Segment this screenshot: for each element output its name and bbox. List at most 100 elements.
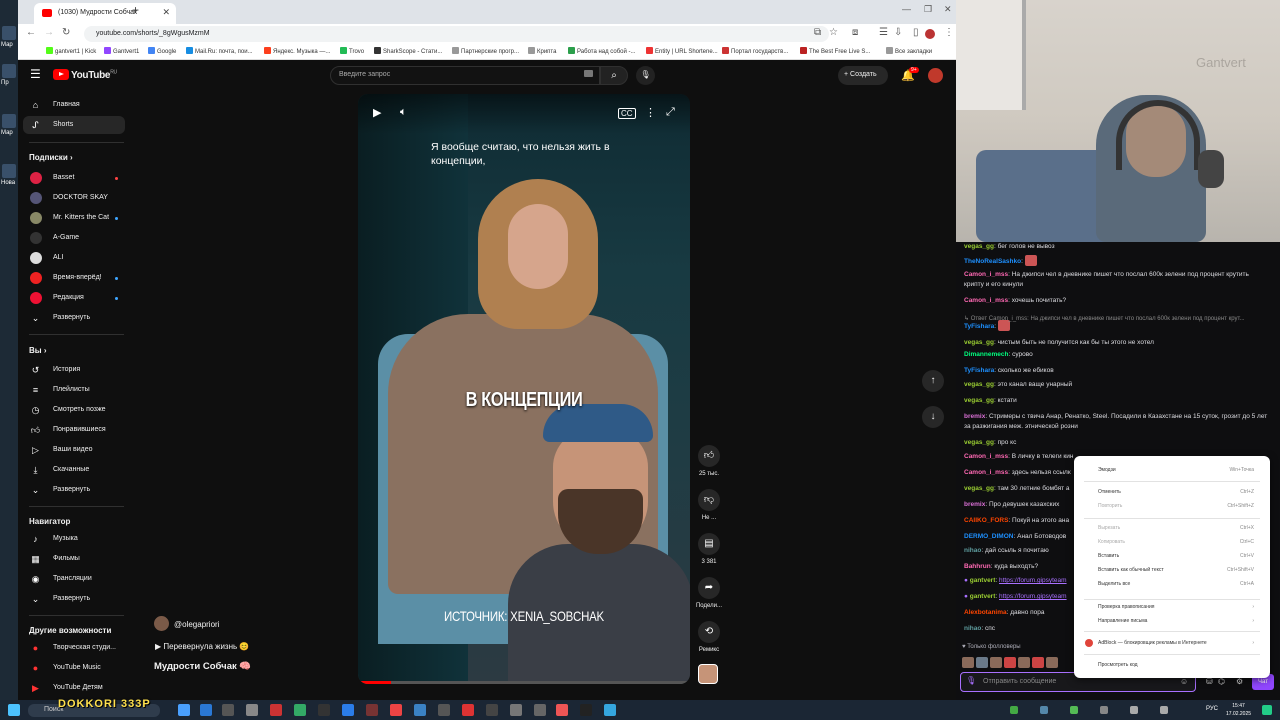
context-menu-item[interactable]: Вставить Ctrl+V bbox=[1098, 553, 1264, 559]
youtube-logo[interactable]: YouTubeRU bbox=[53, 69, 117, 81]
chat-username[interactable]: vegas_gg bbox=[964, 439, 994, 446]
sidebar-expand-you[interactable]: ⌄ Развернуть bbox=[18, 481, 126, 499]
sidebar-item-yt-music[interactable]: ● YouTube Music bbox=[18, 659, 126, 677]
tray-icon[interactable] bbox=[1070, 706, 1078, 714]
chat-username[interactable]: Bahhrun bbox=[964, 563, 991, 570]
context-menu-item[interactable]: Проверка правописания › bbox=[1098, 604, 1264, 610]
chat-username[interactable]: vegas_gg bbox=[964, 243, 994, 250]
app-icon[interactable] bbox=[486, 704, 498, 716]
app-icon[interactable] bbox=[534, 704, 546, 716]
chat-username[interactable]: bremix bbox=[964, 413, 985, 420]
back-icon[interactable]: ← bbox=[26, 27, 36, 38]
sidebar-item-studio[interactable]: ● Творческая студи... bbox=[18, 639, 126, 657]
context-menu-item[interactable]: Просмотреть код bbox=[1098, 662, 1264, 668]
forward-icon[interactable]: → bbox=[44, 27, 54, 38]
bookmark-item[interactable]: Trovo bbox=[340, 47, 364, 55]
chat-username[interactable]: CAIIKO_FORS bbox=[964, 517, 1008, 524]
more-options-icon[interactable]: ⋮ bbox=[645, 106, 656, 119]
comments-button[interactable]: ▤ 3 381 bbox=[698, 533, 720, 565]
subscriptions-header[interactable]: Подписки › bbox=[29, 153, 73, 162]
reading-list-icon[interactable]: ☰ bbox=[879, 27, 888, 38]
sidebar-item-yt-kids[interactable]: ▶ YouTube Детям bbox=[18, 679, 126, 697]
bookmark-star-icon[interactable]: ☆ bbox=[829, 27, 838, 38]
microphone-icon[interactable]: 🎙 bbox=[966, 676, 976, 685]
close-tab-icon[interactable]: ✕ bbox=[162, 7, 170, 18]
bookmark-folder[interactable]: Партнерские прогр... bbox=[452, 47, 519, 55]
system-clock[interactable]: 15:47 17.02.2025 bbox=[1226, 702, 1251, 718]
language-indicator[interactable]: РУС bbox=[1206, 706, 1218, 712]
sidebar-channel[interactable]: Basset bbox=[18, 169, 126, 187]
chat-username[interactable]: vegas_gg bbox=[964, 381, 994, 388]
create-button[interactable]: + Создать bbox=[838, 66, 888, 85]
sidebar-item-liked[interactable]: 👍︎ Понравившиеся bbox=[18, 421, 126, 439]
bookmark-item[interactable]: Работа над собой -... bbox=[568, 47, 635, 55]
bookmark-folder[interactable]: Криптa bbox=[528, 47, 557, 55]
context-menu-item[interactable]: Вставить как обычный текст Ctrl+Shift+V bbox=[1098, 567, 1264, 573]
sidebar-item-live[interactable]: ◉ Трансляции bbox=[18, 570, 126, 588]
chat-username[interactable]: gantvert bbox=[970, 577, 996, 584]
app-icon[interactable] bbox=[556, 704, 568, 716]
menu-icon[interactable]: ⋮ bbox=[944, 27, 954, 38]
browser-tab[interactable]: (1030) Мудрости Собчак ✕ bbox=[34, 3, 176, 24]
tray-icon[interactable] bbox=[1040, 706, 1048, 714]
chat-username[interactable]: Alexbotanima bbox=[964, 609, 1007, 616]
sidebar-item-your-videos[interactable]: ▷ Ваши видео bbox=[18, 441, 126, 459]
app-icon[interactable] bbox=[222, 704, 234, 716]
bookmark-item[interactable]: Entity | URL Shortene... bbox=[646, 47, 718, 55]
share-button[interactable]: ➦ Подели... bbox=[696, 577, 722, 609]
bookmark-item[interactable]: The Best Free Live S... bbox=[800, 47, 870, 55]
search-input[interactable]: Введите запрос bbox=[330, 66, 600, 85]
points-icon[interactable]: ⌬ bbox=[1218, 677, 1225, 686]
extensions-icon[interactable]: ⧈ bbox=[852, 27, 858, 38]
chat-username[interactable]: Camon_i_mss bbox=[964, 271, 1008, 278]
app-icon[interactable] bbox=[178, 704, 190, 716]
emote-row[interactable] bbox=[962, 655, 1072, 686]
chat-username[interactable]: nihao bbox=[964, 547, 981, 554]
like-button[interactable]: 👍︎ 25 тыс. bbox=[698, 445, 720, 477]
video-progress-bar[interactable] bbox=[358, 681, 690, 684]
desktop-icon[interactable] bbox=[2, 64, 16, 78]
install-app-icon[interactable]: ⧉ bbox=[814, 27, 821, 38]
sidebar-channel[interactable]: Редакция bbox=[18, 289, 126, 307]
sidebar-channel[interactable]: DOCKTOR SKAY bbox=[18, 189, 126, 207]
keyboard-icon[interactable] bbox=[584, 70, 593, 77]
sidebar-icon[interactable]: ▯ bbox=[913, 27, 919, 38]
sidebar-expand-subs[interactable]: ⌄ Развернуть bbox=[18, 309, 126, 327]
sidebar-item-downloads[interactable]: ⤓ Скачанные bbox=[18, 461, 126, 479]
context-menu-item[interactable]: Выделить все Ctrl+A bbox=[1098, 581, 1264, 587]
context-menu-item[interactable]: Вырезать Ctrl+X bbox=[1098, 525, 1264, 531]
maximize-icon[interactable]: ❐ bbox=[924, 4, 932, 15]
dislike-button[interactable]: 👎︎ Не ... bbox=[698, 489, 720, 521]
tray-icon[interactable] bbox=[1010, 706, 1018, 714]
context-menu-item[interactable]: Направление письма › bbox=[1098, 618, 1264, 624]
previous-short-button[interactable]: ↑ bbox=[922, 370, 944, 392]
bookmark-item[interactable]: SharkScope - Стати... bbox=[374, 47, 442, 55]
close-window-icon[interactable]: ✕ bbox=[944, 4, 952, 15]
chat-username[interactable]: vegas_gg bbox=[964, 339, 994, 346]
chat-username[interactable]: TheNoRealSashko bbox=[964, 258, 1021, 265]
sidebar-item-home[interactable]: ⌂ Главная bbox=[18, 96, 126, 114]
app-icon[interactable] bbox=[270, 704, 282, 716]
account-avatar[interactable] bbox=[928, 68, 943, 83]
context-menu-item[interactable]: AdBlock — блокировщик рекламы в Интернет… bbox=[1098, 640, 1264, 646]
sidebar-item-shorts[interactable]: ᔑ Shorts bbox=[23, 116, 125, 134]
all-bookmarks[interactable]: Все закладки bbox=[886, 47, 932, 55]
voice-search-icon[interactable]: 🎙 bbox=[636, 66, 655, 85]
downloads-icon[interactable]: ⇩ bbox=[894, 27, 902, 38]
bookmark-item[interactable]: gantvert1 | Kick bbox=[46, 47, 96, 55]
chat-username[interactable]: Camon_i_mss bbox=[964, 297, 1008, 304]
app-icon[interactable] bbox=[580, 704, 592, 716]
sidebar-item-watch-later[interactable]: ◷ Смотреть позже bbox=[18, 401, 126, 419]
app-icon[interactable] bbox=[438, 704, 450, 716]
new-tab-icon[interactable]: + bbox=[132, 3, 139, 17]
chat-username[interactable]: Dimannemech bbox=[964, 351, 1008, 358]
context-menu-item[interactable]: Отменить Ctrl+Z bbox=[1098, 489, 1264, 495]
chat-username[interactable]: Camon_i_mss bbox=[964, 469, 1008, 476]
chat-link[interactable]: https://forum.gipsyteam bbox=[999, 577, 1067, 584]
chat-username[interactable]: bremix bbox=[964, 501, 985, 508]
telegram-icon[interactable] bbox=[604, 704, 616, 716]
related-video-link[interactable]: ▶ Перевернула жизнь 😊 bbox=[155, 642, 249, 651]
sidebar-channel[interactable]: A-Game bbox=[18, 229, 126, 247]
bits-icon[interactable]: ⛁ bbox=[1206, 677, 1213, 686]
start-icon[interactable] bbox=[8, 704, 20, 716]
